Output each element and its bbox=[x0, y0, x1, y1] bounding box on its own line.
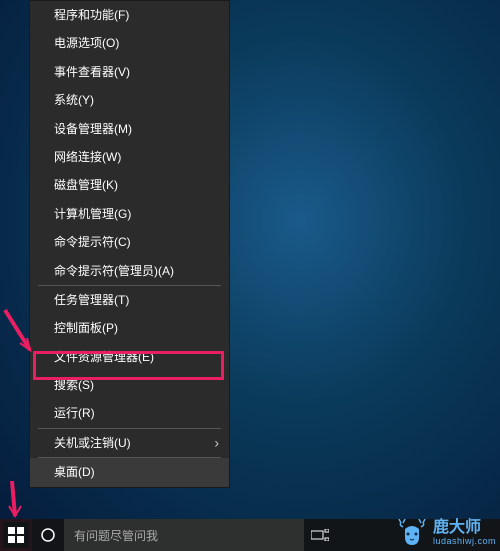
menu-item-label: 控制面板(P) bbox=[54, 321, 118, 335]
menu-item-disk-management[interactable]: 磁盘管理(K) bbox=[30, 171, 229, 199]
menu-item-label: 事件查看器(V) bbox=[54, 65, 130, 79]
menu-item-search[interactable]: 搜索(S) bbox=[30, 371, 229, 399]
menu-item-event-viewer[interactable]: 事件查看器(V) bbox=[30, 58, 229, 86]
menu-item-file-explorer[interactable]: 文件资源管理器(E) bbox=[30, 343, 229, 371]
menu-item-label: 文件资源管理器(E) bbox=[54, 350, 154, 364]
menu-item-run[interactable]: 运行(R) bbox=[30, 399, 229, 427]
menu-item-label: 关机或注销(U) bbox=[54, 436, 131, 450]
menu-item-label: 运行(R) bbox=[54, 406, 95, 420]
menu-item-device-manager[interactable]: 设备管理器(M) bbox=[30, 115, 229, 143]
menu-item-label: 设备管理器(M) bbox=[54, 122, 132, 136]
winx-context-menu: 程序和功能(F) 电源选项(O) 事件查看器(V) 系统(Y) 设备管理器(M)… bbox=[29, 0, 230, 488]
menu-item-cmd[interactable]: 命令提示符(C) bbox=[30, 228, 229, 256]
menu-item-label: 程序和功能(F) bbox=[54, 8, 129, 22]
windows-logo-icon bbox=[8, 527, 24, 543]
menu-item-programs-features[interactable]: 程序和功能(F) bbox=[30, 1, 229, 29]
menu-item-shutdown-signout[interactable]: 关机或注销(U) bbox=[30, 429, 229, 457]
search-placeholder: 有问题尽管问我 bbox=[74, 527, 158, 544]
menu-item-label: 命令提示符(C) bbox=[54, 235, 131, 249]
menu-item-label: 命令提示符(管理员)(A) bbox=[54, 264, 174, 278]
cortana-icon bbox=[40, 527, 56, 543]
menu-item-label: 磁盘管理(K) bbox=[54, 178, 118, 192]
task-view-button[interactable] bbox=[304, 519, 336, 551]
menu-item-label: 任务管理器(T) bbox=[54, 293, 129, 307]
menu-item-label: 桌面(D) bbox=[54, 465, 95, 479]
start-button[interactable] bbox=[0, 519, 32, 551]
menu-item-network-connections[interactable]: 网络连接(W) bbox=[30, 143, 229, 171]
task-view-icon bbox=[311, 529, 329, 541]
cortana-button[interactable] bbox=[32, 519, 64, 551]
menu-item-control-panel[interactable]: 控制面板(P) bbox=[30, 314, 229, 342]
menu-item-system[interactable]: 系统(Y) bbox=[30, 86, 229, 114]
menu-item-power-options[interactable]: 电源选项(O) bbox=[30, 29, 229, 57]
menu-item-task-manager[interactable]: 任务管理器(T) bbox=[30, 286, 229, 314]
menu-item-desktop[interactable]: 桌面(D) bbox=[30, 458, 229, 486]
menu-item-cmd-admin[interactable]: 命令提示符(管理员)(A) bbox=[30, 257, 229, 285]
menu-item-label: 系统(Y) bbox=[54, 93, 94, 107]
menu-item-label: 网络连接(W) bbox=[54, 150, 121, 164]
menu-item-label: 计算机管理(G) bbox=[54, 207, 131, 221]
menu-item-computer-management[interactable]: 计算机管理(G) bbox=[30, 200, 229, 228]
menu-item-label: 搜索(S) bbox=[54, 378, 94, 392]
menu-item-label: 电源选项(O) bbox=[54, 36, 119, 50]
taskbar-search-box[interactable]: 有问题尽管问我 bbox=[64, 519, 304, 551]
taskbar: 有问题尽管问我 bbox=[0, 519, 500, 551]
